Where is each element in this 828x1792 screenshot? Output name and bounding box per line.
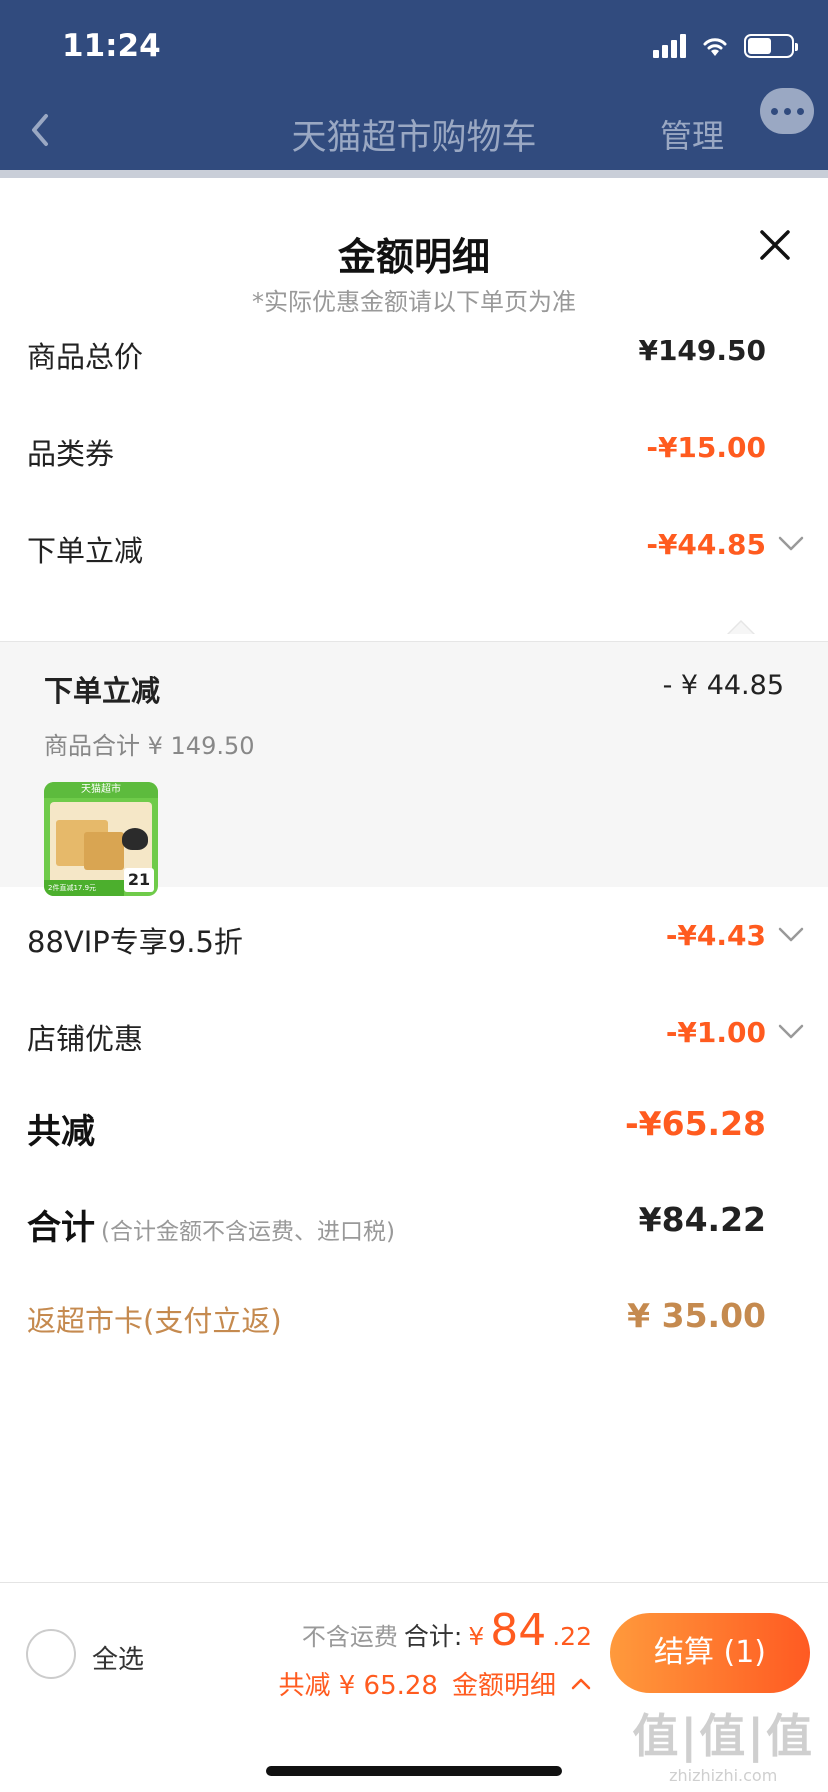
watermark-big: 值|值|值 xyxy=(632,1709,814,1763)
grand-total-label-group: 合计 (合计金额不含运费、进口税) xyxy=(27,1200,395,1249)
vip-discount-row[interactable]: 88VIP专享9.5折 -¥4.43 xyxy=(0,909,828,969)
select-all-label[interactable]: 全选 xyxy=(92,1639,144,1676)
sum-label: 合计: xyxy=(403,1622,463,1651)
close-icon[interactable] xyxy=(758,228,792,262)
thumbnail-price: 21 xyxy=(124,868,154,892)
cashback-value: ¥ 35.00 xyxy=(627,1296,766,1335)
sheet-title: 金额明细 xyxy=(337,235,490,279)
panel-caret-fill xyxy=(729,622,753,634)
order-discount-panel: 下单立减 - ¥ 44.85 商品合计 ¥ 149.50 天猫超市 2件直减17… xyxy=(0,641,828,896)
battery-icon xyxy=(744,34,798,58)
thumbnail-badge: 天猫超市 xyxy=(44,782,158,798)
bottom-total-reduction: 共减 ¥ 65.28 xyxy=(278,1671,438,1701)
sum-decimal: .22 xyxy=(552,1622,592,1651)
amount-detail-sheet: 金额明细 *实际优惠金额请以下单页为准 商品总价 ¥149.50 品类券 -¥1… xyxy=(0,178,828,1792)
category-coupon-row: 品类券 -¥15.00 xyxy=(0,421,828,481)
panel-amount: - ¥ 44.85 xyxy=(662,670,784,701)
cashback-label: 返超市卡(支付立返) xyxy=(27,1304,282,1338)
goods-total-value: ¥149.50 xyxy=(638,334,766,367)
top-navigation-bar: 11:24 天猫超市购物车 管理 xyxy=(0,0,828,180)
store-discount-label: 店铺优惠 xyxy=(27,1022,144,1056)
shipping-note: 不含运费 xyxy=(301,1623,398,1651)
sum-integer: 84 xyxy=(490,1605,547,1656)
panel-title: 下单立减 xyxy=(44,674,161,708)
order-discount-label: 下单立减 xyxy=(27,534,144,568)
signal-icon xyxy=(653,34,686,58)
chevron-down-icon[interactable] xyxy=(776,1020,806,1044)
status-icons xyxy=(653,34,798,58)
chevron-down-icon[interactable] xyxy=(776,923,806,947)
more-bubble-icon[interactable] xyxy=(760,88,814,134)
sum-currency: ¥ xyxy=(468,1622,485,1651)
goods-total-row: 商品总价 ¥149.50 xyxy=(0,324,828,384)
wifi-icon xyxy=(703,38,727,56)
store-discount-value: -¥1.00 xyxy=(665,1016,766,1049)
total-reduction-label: 共减 xyxy=(27,1112,95,1152)
amount-detail-link[interactable]: 金额明细 xyxy=(452,1665,556,1702)
thumbnail-promo: 2件直减17.9元 xyxy=(44,880,124,896)
grand-total-value: ¥84.22 xyxy=(638,1200,766,1239)
product-thumbnail[interactable]: 天猫超市 2件直减17.9元 21 xyxy=(44,782,158,896)
sheet-subtitle: *实际优惠金额请以下单页为准 xyxy=(252,288,576,316)
select-all-checkbox[interactable] xyxy=(26,1629,76,1679)
grand-total-label: 合计 xyxy=(27,1208,95,1248)
watermark-logo: 值|值|值 zhizhizhi.com xyxy=(632,1700,814,1785)
store-discount-row[interactable]: 店铺优惠 -¥1.00 xyxy=(0,1006,828,1066)
discount-line[interactable]: 共减 ¥ 65.28 金额明细 xyxy=(278,1665,592,1702)
chevron-up-icon[interactable] xyxy=(570,1676,592,1692)
tmall-cat-icon xyxy=(122,828,148,850)
vip-discount-label: 88VIP专享9.5折 xyxy=(27,925,243,959)
category-coupon-label: 品类券 xyxy=(27,437,115,471)
order-discount-row[interactable]: 下单立减 -¥44.85 xyxy=(0,518,828,578)
panel-subtotal: 商品合计 ¥ 149.50 xyxy=(44,732,255,760)
goods-total-label: 商品总价 xyxy=(27,340,144,374)
sum-line: 不含运费 合计: ¥ 84 .22 xyxy=(302,1605,592,1656)
total-reduction-value: -¥65.28 xyxy=(624,1104,766,1143)
watermark-url: zhizhizhi.com xyxy=(669,1766,778,1785)
manage-button[interactable]: 管理 xyxy=(660,111,724,157)
grand-total-note: (合计金额不含运费、进口税) xyxy=(101,1219,395,1245)
checkout-button[interactable]: 结算 (1) xyxy=(610,1613,810,1693)
order-discount-value: -¥44.85 xyxy=(646,528,766,561)
status-time: 11:24 xyxy=(62,28,161,64)
category-coupon-value: -¥15.00 xyxy=(646,431,766,464)
vip-discount-value: -¥4.43 xyxy=(665,919,766,952)
chevron-down-icon[interactable] xyxy=(776,532,806,556)
home-indicator[interactable] xyxy=(266,1766,562,1776)
